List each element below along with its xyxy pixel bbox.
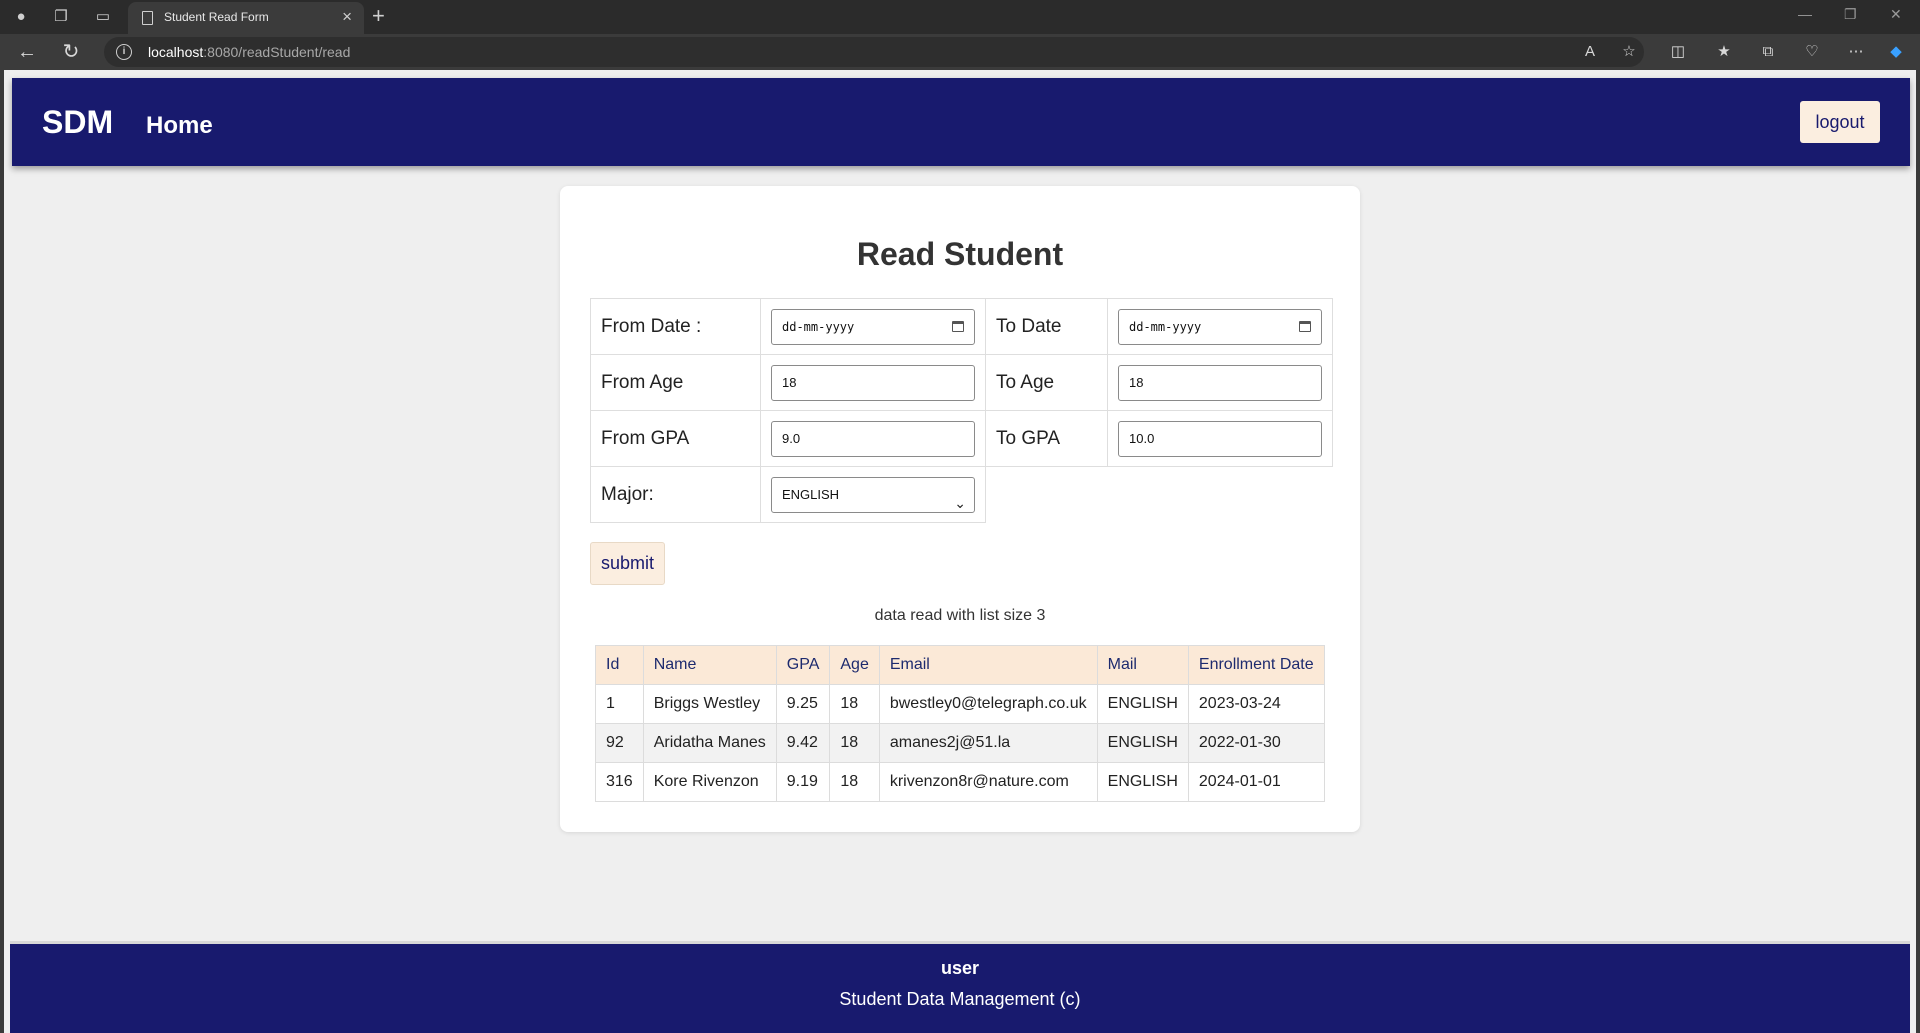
- calendar-icon[interactable]: [952, 320, 964, 332]
- table-cell: 9.19: [775, 762, 831, 802]
- table-cell: bwestley0@telegraph.co.uk: [878, 684, 1098, 724]
- table-header: Name: [642, 645, 777, 685]
- new-tab-icon[interactable]: +: [372, 3, 385, 29]
- table-cell: 18: [829, 684, 880, 724]
- address-bar[interactable]: i localhost:8080/readStudent/read A ☆: [104, 37, 1644, 67]
- table-cell: 18: [829, 723, 880, 763]
- brand-logo[interactable]: SDM: [42, 104, 113, 141]
- close-tab-icon[interactable]: ×: [342, 7, 352, 27]
- back-icon[interactable]: ←: [14, 39, 40, 65]
- table-header: Id: [595, 645, 644, 685]
- to-gpa-input[interactable]: 10.0: [1118, 420, 1322, 457]
- to-age-input[interactable]: 18: [1118, 364, 1322, 401]
- workspaces-icon[interactable]: ❐: [50, 6, 72, 28]
- collections-icon[interactable]: ⧉: [1758, 42, 1778, 62]
- browser-tabstrip: ● ❐ ▭ Student Read Form × + — ❐ ✕: [0, 0, 1920, 34]
- filter-form: From Date : dd-mm-yyyy To Date dd-mm-yyy…: [590, 298, 1333, 523]
- page-title: Read Student: [856, 236, 1064, 272]
- footer-username: user: [940, 958, 980, 978]
- table-cell: 316: [595, 762, 644, 802]
- table-cell: Aridatha Manes: [642, 723, 777, 763]
- table-header: Age: [829, 645, 880, 685]
- split-screen-icon[interactable]: ◫: [1668, 42, 1688, 62]
- favorite-star-icon[interactable]: ☆: [1619, 42, 1639, 62]
- url-text: localhost:8080/readStudent/read: [148, 44, 351, 60]
- table-cell: 2023-03-24: [1187, 684, 1325, 724]
- from-gpa-label: From GPA: [590, 410, 761, 467]
- from-date-input[interactable]: dd-mm-yyyy: [771, 308, 975, 345]
- site-info-icon[interactable]: i: [116, 44, 132, 60]
- table-header: Mail: [1096, 645, 1189, 685]
- favorites-icon[interactable]: ★: [1714, 42, 1734, 62]
- chevron-down-icon: ⌄: [954, 494, 966, 511]
- table-cell: Kore Rivenzon: [642, 762, 777, 802]
- to-gpa-label: To GPA: [985, 410, 1108, 467]
- to-date-label: To Date: [985, 298, 1108, 355]
- table-cell: 92: [595, 723, 644, 763]
- table-header: Email: [878, 645, 1098, 685]
- table-row: 92 Aridatha Manes 9.42 18 amanes2j@51.la…: [595, 723, 1325, 763]
- major-select[interactable]: ENGLISH ⌄: [771, 476, 975, 513]
- table-cell: ENGLISH: [1096, 723, 1189, 763]
- table-header-row: Id Name GPA Age Email Mail Enrollment Da…: [595, 645, 1325, 685]
- copilot-icon[interactable]: ◆: [1886, 42, 1906, 62]
- from-gpa-input[interactable]: 9.0: [771, 420, 975, 457]
- to-date-input[interactable]: dd-mm-yyyy: [1118, 308, 1322, 345]
- to-age-label: To Age: [985, 354, 1108, 411]
- table-cell: 2024-01-01: [1187, 762, 1325, 802]
- table-cell: 1: [595, 684, 644, 724]
- more-menu-icon[interactable]: ⋯: [1846, 42, 1866, 62]
- page-footer: user Student Data Management (c): [10, 941, 1910, 1033]
- read-aloud-icon[interactable]: A: [1580, 42, 1600, 62]
- refresh-icon[interactable]: ↻: [58, 39, 84, 65]
- submit-button[interactable]: submit: [590, 542, 665, 585]
- minimize-icon[interactable]: —: [1798, 6, 1812, 22]
- page-viewport: SDM Home logout Read Student From Date :…: [4, 70, 1916, 1033]
- logout-button[interactable]: logout: [1800, 101, 1880, 143]
- table-cell: krivenzon8r@nature.com: [878, 762, 1098, 802]
- from-age-input[interactable]: 18: [771, 364, 975, 401]
- browser-toolbar: ← ↻ i localhost:8080/readStudent/read A …: [0, 34, 1920, 70]
- major-label: Major:: [590, 466, 761, 523]
- close-window-icon[interactable]: ✕: [1890, 6, 1902, 23]
- tab-actions-icon[interactable]: ▭: [92, 6, 114, 28]
- read-student-card: Read Student From Date : dd-mm-yyyy To D…: [560, 186, 1360, 832]
- tab-title: Student Read Form: [164, 10, 269, 24]
- page-icon: [142, 11, 153, 25]
- calendar-icon[interactable]: [1299, 320, 1311, 332]
- profile-icon[interactable]: ●: [10, 6, 32, 28]
- from-age-label: From Age: [590, 354, 761, 411]
- table-header: GPA: [775, 645, 831, 685]
- footer-copyright: Student Data Management (c): [839, 989, 1081, 1009]
- table-cell: 2022-01-30: [1187, 723, 1325, 763]
- from-date-label: From Date :: [590, 298, 761, 355]
- student-results-table: Id Name GPA Age Email Mail Enrollment Da…: [595, 645, 1325, 802]
- table-row: 316 Kore Rivenzon 9.19 18 krivenzon8r@na…: [595, 762, 1325, 802]
- top-navbar: SDM Home logout: [12, 78, 1910, 166]
- home-link[interactable]: Home: [146, 112, 213, 140]
- browser-tab[interactable]: Student Read Form ×: [128, 2, 364, 34]
- table-row: 1 Briggs Westley 9.25 18 bwestley0@teleg…: [595, 684, 1325, 724]
- restore-icon[interactable]: ❐: [1844, 6, 1857, 23]
- table-cell: 9.25: [775, 684, 831, 724]
- table-cell: ENGLISH: [1096, 684, 1189, 724]
- table-cell: 9.42: [775, 723, 831, 763]
- table-cell: amanes2j@51.la: [878, 723, 1098, 763]
- table-cell: ENGLISH: [1096, 762, 1189, 802]
- table-header: Enrollment Date: [1187, 645, 1325, 685]
- browser-essentials-icon[interactable]: ♡: [1802, 42, 1822, 62]
- table-cell: 18: [829, 762, 880, 802]
- table-cell: Briggs Westley: [642, 684, 777, 724]
- result-message: data read with list size 3: [874, 607, 1046, 624]
